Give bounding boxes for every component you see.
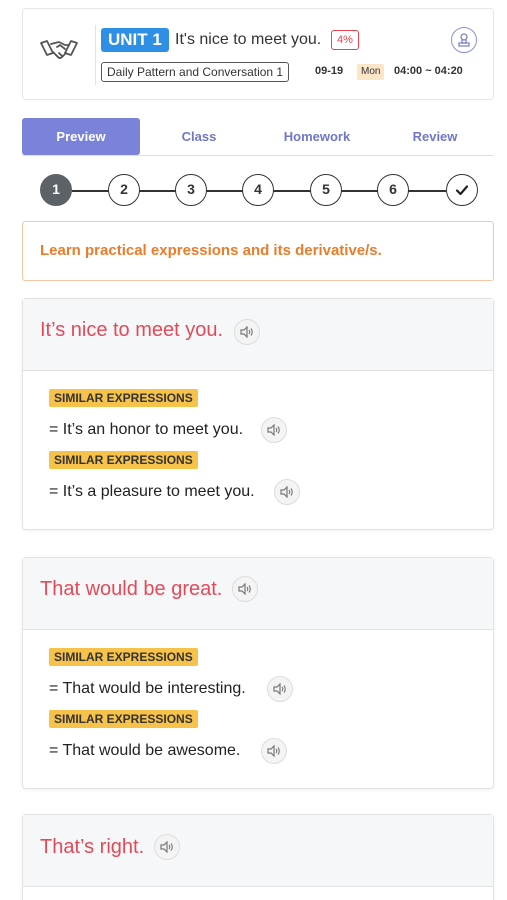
similar-expressions-tag: SIMILAR EXPRESSIONS [49,451,198,469]
similar-expressions-tag: SIMILAR EXPRESSIONS [49,648,198,666]
audio-button[interactable] [261,738,287,764]
lesson-objective: Learn practical expressions and its deri… [40,242,382,259]
lesson-time: 04:00 ~ 04:20 [394,65,463,77]
step-5[interactable]: 5 [310,174,342,206]
step-1[interactable]: 1 [40,174,72,206]
similar-expression: = That would be interesting. [49,680,246,697]
step-3[interactable]: 3 [175,174,207,206]
expression-card-header: That would be great. [23,558,493,630]
expression-card: That would be great. SIMILAR EXPRESSIONS… [22,557,494,789]
check-icon [455,185,469,196]
lesson-date: 09-19 [315,65,344,77]
similar-expression: = That would be awesome. [49,742,241,759]
similar-expressions-tag: SIMILAR EXPRESSIONS [49,710,198,728]
lesson-tabs: Preview Class Homework Review [22,118,494,156]
handshake-icon [40,40,78,59]
progress-badge: 4% [331,30,359,50]
expression-title: It’s nice to meet you. [40,319,224,341]
lesson-title: It's nice to meet you. [175,31,322,48]
audio-button[interactable] [261,417,287,443]
expression-card-header: That’s right. [23,815,493,887]
lesson-day-badge: Mon [357,64,385,80]
course-name-tag: Daily Pattern and Conversation 1 [101,62,290,82]
expression-card-header: It’s nice to meet you. [23,299,493,371]
audio-button[interactable] [234,319,260,345]
step-complete[interactable] [446,174,478,206]
speaker-icon [280,486,293,498]
step-6[interactable]: 6 [377,174,409,206]
tts-button[interactable] [451,27,477,53]
expression-title: That’s right. [40,836,145,858]
speaker-icon [273,683,286,695]
speaker-icon [160,841,173,853]
audio-button[interactable] [274,479,300,505]
speaker-icon [267,424,280,436]
lesson-header-card: UNIT 1 It's nice to meet you. 4% Daily P… [22,8,494,100]
tab-class[interactable]: Class [140,118,258,155]
unit-badge: UNIT 1 [101,28,169,52]
header-divider [95,25,96,85]
similar-expression: = It’s a pleasure to meet you. [49,483,255,500]
similar-expressions-tag: SIMILAR EXPRESSIONS [49,389,198,407]
step-4[interactable]: 4 [242,174,274,206]
expression-card: That’s right. [22,814,494,900]
speaker-icon [267,745,280,757]
step-2[interactable]: 2 [108,174,140,206]
step-progress: 1 2 3 4 5 6 [40,174,478,206]
speaker-icon [240,326,253,338]
similar-expression: = It’s an honor to meet you. [49,421,244,438]
tab-homework[interactable]: Homework [258,118,376,155]
speaker-icon [238,583,251,595]
expression-card: It’s nice to meet you. SIMILAR EXPRESSIO… [22,298,494,530]
audio-button[interactable] [232,576,258,602]
audio-button[interactable] [267,676,293,702]
expression-title: That would be great. [40,578,223,600]
tab-preview[interactable]: Preview [22,118,140,155]
lesson-objective-box: Learn practical expressions and its deri… [22,221,494,281]
tab-review[interactable]: Review [376,118,494,155]
tts-icon [457,32,470,47]
audio-button[interactable] [154,834,180,860]
